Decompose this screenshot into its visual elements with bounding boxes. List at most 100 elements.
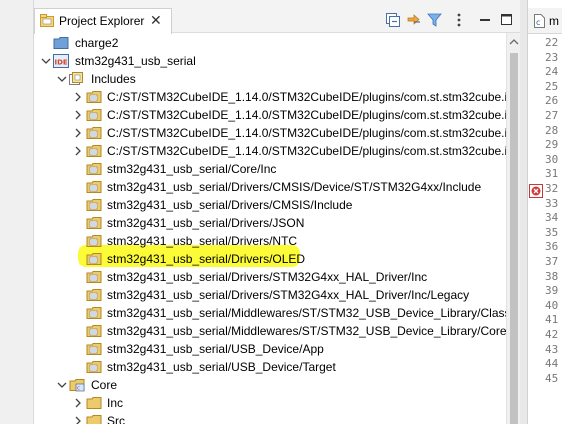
tree-item[interactable]: IDE stm32g431_usb_serial: [34, 52, 506, 70]
project-explorer-view: Project Explorer ✕ charge2 IDE stm32g431…: [34, 0, 520, 424]
tree-item[interactable]: stm32g431_usb_serial/Drivers/NTC: [34, 232, 506, 250]
include-folder-icon: [86, 269, 102, 285]
line-number: 42: [545, 328, 559, 341]
tree-item[interactable]: stm32g431_usb_serial/Middlewares/ST/STM3…: [34, 304, 506, 322]
link-with-editor-icon[interactable]: [405, 11, 423, 29]
chevron-right-icon[interactable]: [71, 125, 85, 141]
left-trim-strip: [0, 0, 34, 424]
include-folder-icon: [86, 287, 102, 303]
tree-item[interactable]: stm32g431_usb_serial/Core/Inc: [34, 160, 506, 178]
chevron-down-icon[interactable]: [39, 53, 53, 69]
line-number: 44: [545, 357, 559, 371]
tree-item[interactable]: stm32g431_usb_serial/USB_Device/Target: [34, 358, 506, 376]
line-number: 28: [545, 123, 559, 137]
editor-area: c m 22 23 24 25 26 27 28 29 30 31 32 33 34 35 36 37 38 39…: [527, 0, 562, 424]
ide-project-icon: IDE: [53, 53, 69, 69]
tree-item[interactable]: C:/ST/STM32CubeIDE_1.14.0/STM32CubeIDE/p…: [34, 106, 506, 124]
include-folder-icon: [86, 323, 102, 339]
collapse-all-icon[interactable]: [384, 11, 402, 29]
include-folder-icon: [86, 179, 102, 195]
chevron-down-icon[interactable]: [55, 377, 69, 393]
tree-item-label: stm32g431_usb_serial/Drivers/CMSIS/Devic…: [107, 180, 482, 194]
include-folder-icon: [86, 89, 102, 105]
line-number: 29: [545, 138, 559, 152]
editor-tab-label: m: [549, 14, 559, 28]
closed-project-icon: [53, 35, 69, 51]
tree-item[interactable]: stm32g431_usb_serial/USB_Device/App: [34, 340, 506, 358]
tree-item[interactable]: charge2: [34, 34, 506, 52]
svg-text:IDE: IDE: [55, 59, 68, 67]
editor-tab[interactable]: c m: [528, 8, 562, 34]
scroll-up-icon[interactable]: [509, 36, 519, 46]
tree-item[interactable]: stm32g431_usb_serial/Drivers/STM32G4xx_H…: [34, 286, 506, 304]
maximize-icon[interactable]: [498, 11, 516, 29]
chevron-right-icon[interactable]: [71, 107, 85, 123]
line-number: 38: [545, 269, 559, 283]
chevron-down-icon[interactable]: [55, 71, 69, 87]
tree-item-label: stm32g431_usb_serial/Middlewares/ST/STM3…: [107, 324, 506, 338]
tab-project-explorer[interactable]: Project Explorer ✕: [34, 8, 172, 34]
view-menu-icon[interactable]: [450, 11, 468, 29]
project-explorer-icon: [40, 14, 54, 31]
tree-item-label: C:/ST/STM32CubeIDE_1.14.0/STM32CubeIDE/p…: [107, 90, 506, 104]
tree-item[interactable]: Includes: [34, 70, 506, 88]
tree-item[interactable]: stm32g431_usb_serial/Middlewares/ST/STM3…: [34, 322, 506, 340]
view-sash[interactable]: [520, 0, 527, 424]
line-number: 25: [545, 79, 559, 93]
minimize-icon[interactable]: [476, 11, 494, 29]
line-number: 40: [545, 298, 559, 312]
svg-text:c: c: [536, 18, 540, 27]
chevron-right-icon[interactable]: [71, 395, 85, 411]
line-number: 41: [545, 313, 559, 327]
chevron-right-icon[interactable]: [71, 89, 85, 105]
line-number: 32: [545, 182, 559, 195]
line-number: 31: [545, 167, 559, 181]
tree-item-label: stm32g431_usb_serial/Core/Inc: [107, 162, 277, 176]
line-number: 30: [545, 152, 559, 166]
include-folder-icon: [86, 143, 102, 159]
include-folder-icon: [86, 161, 102, 177]
tree-item[interactable]: Src: [34, 412, 506, 424]
line-number: 22: [545, 36, 559, 49]
include-folder-icon: [86, 233, 102, 249]
tree-item[interactable]: stm32g431_usb_serial/Drivers/CMSIS/Devic…: [34, 178, 506, 196]
tree-item[interactable]: stm32g431_usb_serial/Drivers/CMSIS/Inclu…: [34, 196, 506, 214]
tree-item[interactable]: stm32g431_usb_serial/Drivers/STM32G4xx_H…: [34, 268, 506, 286]
svg-text:c: c: [77, 386, 80, 392]
tree-item[interactable]: C:/ST/STM32CubeIDE_1.14.0/STM32CubeIDE/p…: [34, 88, 506, 106]
filter-icon[interactable]: [426, 11, 444, 29]
line-number: 23: [545, 50, 559, 64]
include-folder-icon: [86, 215, 102, 231]
tree-item[interactable]: stm32g431_usb_serial/Drivers/OLED: [34, 250, 506, 268]
tree-item-label: stm32g431_usb_serial/USB_Device/App: [107, 342, 324, 356]
error-marker-icon[interactable]: [529, 184, 543, 201]
include-folder-icon: [86, 359, 102, 375]
line-number: 24: [545, 65, 559, 79]
tree-item[interactable]: C:/ST/STM32CubeIDE_1.14.0/STM32CubeIDE/p…: [34, 142, 506, 160]
tree-item-label: Core: [91, 378, 118, 392]
project-tree[interactable]: charge2 IDE stm32g431_usb_serial Includes C:…: [34, 33, 506, 424]
include-folder-icon: [86, 341, 102, 357]
tree-item[interactable]: c Core: [34, 376, 506, 394]
line-number: 37: [545, 255, 559, 268]
tree-item-label: stm32g431_usb_serial: [75, 54, 196, 68]
vertical-scrollbar[interactable]: [506, 33, 520, 424]
tree-item-label: C:/ST/STM32CubeIDE_1.14.0/STM32CubeIDE/p…: [107, 126, 506, 140]
line-number: 26: [545, 94, 559, 108]
include-folder-icon: [86, 197, 102, 213]
scrollbar-thumb[interactable]: [510, 53, 518, 424]
chevron-right-icon[interactable]: [71, 143, 85, 159]
chevron-right-icon[interactable]: [71, 413, 85, 424]
tree-item-label: stm32g431_usb_serial/Drivers/STM32G4xx_H…: [107, 288, 470, 302]
tree-item[interactable]: C:/ST/STM32CubeIDE_1.14.0/STM32CubeIDE/p…: [34, 124, 506, 142]
line-number: 43: [545, 342, 559, 356]
close-tab-icon[interactable]: ✕: [150, 12, 162, 28]
tree-item-label: Inc: [107, 396, 124, 410]
tab-title: Project Explorer: [59, 14, 145, 28]
tree-item-label: stm32g431_usb_serial/Middlewares/ST/STM3…: [107, 306, 506, 320]
line-number: 33: [545, 196, 559, 210]
tree-item[interactable]: Inc: [34, 394, 506, 412]
tree-item-label: stm32g431_usb_serial/USB_Device/Target: [107, 360, 336, 374]
line-number: 35: [545, 225, 559, 239]
tree-item[interactable]: stm32g431_usb_serial/Drivers/JSON: [34, 214, 506, 232]
